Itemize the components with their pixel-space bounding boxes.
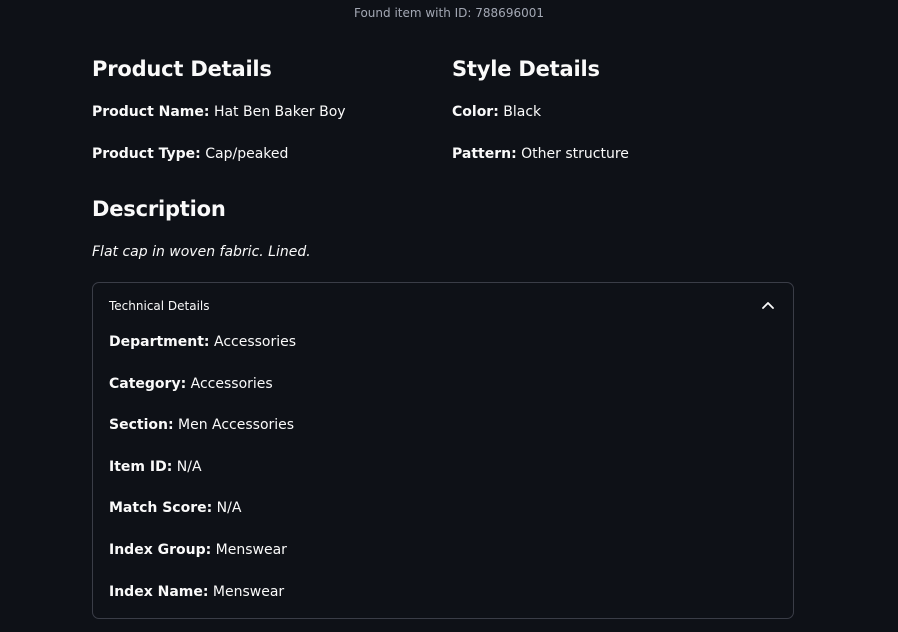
product-name-field: Product Name: Hat Ben Baker Boy	[92, 102, 346, 122]
item-id-field: Item ID: N/A	[109, 457, 202, 477]
found-item-caption: Found item with ID: 788696001	[353, 6, 544, 20]
color-label: Color:	[452, 104, 499, 120]
pattern-value: Other structure	[521, 146, 629, 162]
match-score-label: Match Score:	[109, 500, 213, 516]
style-details-heading: Style Details	[452, 57, 600, 81]
product-type-field: Product Type: Cap/peaked	[92, 144, 288, 164]
section-value: Men Accessories	[178, 417, 295, 433]
item-id-value: N/A	[176, 459, 202, 475]
pattern-label: Pattern:	[452, 146, 517, 162]
technical-details-title: Technical Details	[109, 299, 210, 313]
index-group-field: Index Group: Menswear	[109, 540, 287, 560]
department-field: Department: Accessories	[109, 332, 296, 352]
product-type-value: Cap/peaked	[205, 146, 289, 162]
description-text: Flat cap in woven fabric. Lined.	[92, 244, 311, 260]
description-heading: Description	[92, 197, 226, 221]
style-details-section: Style Details	[452, 54, 600, 84]
item-id-label: Item ID:	[109, 459, 173, 475]
product-type-label: Product Type:	[92, 146, 201, 162]
color-value: Black	[503, 104, 542, 120]
index-group-label: Index Group:	[109, 542, 212, 558]
pattern-field: Pattern: Other structure	[452, 144, 629, 164]
color-field: Color: Black	[452, 102, 541, 122]
technical-details-toggle[interactable]: Technical Details	[93, 283, 793, 329]
index-name-value: Menswear	[212, 584, 285, 600]
chevron-up-icon[interactable]	[761, 299, 775, 311]
category-field: Category: Accessories	[109, 374, 273, 394]
match-score-value: N/A	[216, 500, 242, 516]
match-score-field: Match Score: N/A	[109, 498, 241, 518]
index-name-label: Index Name:	[109, 584, 209, 600]
product-name-label: Product Name:	[92, 104, 210, 120]
category-value: Accessories	[190, 376, 273, 392]
category-label: Category:	[109, 376, 187, 392]
index-name-field: Index Name: Menswear	[109, 582, 284, 602]
product-details-section: Product Details	[92, 54, 272, 84]
product-name-value: Hat Ben Baker Boy	[213, 104, 346, 120]
section-label: Section:	[109, 417, 174, 433]
department-value: Accessories	[213, 334, 297, 350]
product-details-heading: Product Details	[92, 57, 272, 81]
department-label: Department:	[109, 334, 210, 350]
section-field: Section: Men Accessories	[109, 415, 294, 435]
technical-details-expander: Technical Details Department: Accessorie…	[92, 282, 794, 619]
index-group-value: Menswear	[215, 542, 287, 558]
